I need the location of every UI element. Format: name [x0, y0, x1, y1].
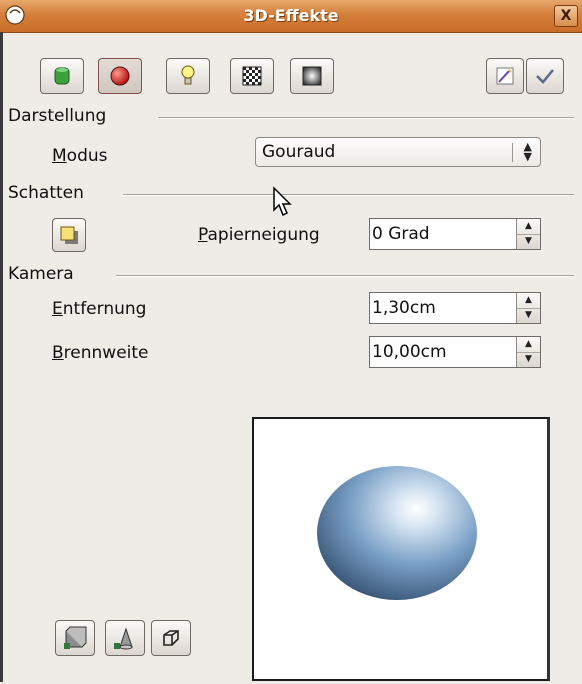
geometry-button[interactable]	[40, 58, 84, 94]
kamera-heading: Kamera	[8, 264, 74, 284]
modus-label: Modus	[52, 146, 108, 166]
spin-up-icon[interactable]: ▲	[517, 337, 540, 353]
close-button[interactable]: X	[554, 5, 578, 27]
brennweite-field[interactable]: 10,00cm ▲ ▼	[369, 336, 541, 368]
preview-sphere	[317, 466, 477, 600]
papierneigung-label: Papierneigung	[198, 225, 320, 245]
textures-button[interactable]	[230, 58, 274, 94]
assign-button[interactable]	[486, 58, 524, 94]
convert-to-lathe-icon	[114, 627, 133, 650]
papierneigung-spinner: ▲ ▼	[516, 219, 540, 249]
assign-icon	[496, 67, 514, 85]
schatten-heading: Schatten	[8, 183, 84, 203]
material-icon	[302, 66, 322, 86]
spin-down-icon[interactable]: ▼	[517, 234, 540, 249]
shading-icon	[110, 66, 130, 86]
brennweite-label: Brennweite	[52, 343, 149, 363]
mouse-pointer-icon	[273, 186, 292, 217]
preview-panel[interactable]	[252, 417, 550, 681]
title-bar: 3D-Effekte X	[0, 0, 582, 33]
modus-select[interactable]: Gouraud ▲ ▼	[255, 137, 541, 167]
brennweite-mnemonic: B	[52, 343, 64, 363]
modus-mnemonic: M	[52, 146, 67, 166]
spin-up-icon[interactable]: ▲	[517, 219, 540, 235]
papierneigung-mnemonic: P	[198, 225, 208, 245]
kamera-divider	[116, 275, 574, 277]
light-bulb-icon	[181, 65, 195, 85]
papierneigung-label-rest: apierneigung	[207, 225, 320, 245]
shadow-icon	[60, 226, 78, 244]
updown-arrows-icon: ▲ ▼	[523, 140, 532, 163]
brennweite-value: 10,00cm	[372, 342, 447, 362]
convert-to-lathe-button[interactable]	[105, 620, 145, 656]
perspective-button[interactable]	[151, 620, 191, 656]
darstellung-heading: Darstellung	[8, 106, 107, 126]
select-separator	[512, 143, 513, 162]
papierneigung-value: 0 Grad	[372, 224, 430, 244]
modus-value: Gouraud	[262, 142, 336, 162]
illumination-button[interactable]	[166, 58, 210, 94]
entfernung-spinner: ▲ ▼	[516, 293, 540, 323]
shadow-toggle-button[interactable]	[52, 218, 86, 252]
brennweite-label-rest: rennweite	[63, 343, 149, 363]
material-button[interactable]	[290, 58, 334, 94]
window-left-edge	[0, 32, 3, 682]
entfernung-field[interactable]: 1,30cm ▲ ▼	[369, 292, 541, 324]
modus-label-rest: odus	[66, 146, 108, 166]
perspective-icon	[163, 630, 179, 646]
apply-button[interactable]	[526, 58, 564, 94]
spin-up-icon[interactable]: ▲	[517, 293, 540, 309]
spin-down-icon[interactable]: ▼	[517, 308, 540, 323]
convert-to-3d-button[interactable]	[55, 620, 95, 656]
spin-down-icon[interactable]: ▼	[517, 352, 540, 367]
window-title: 3D-Effekte	[243, 6, 339, 25]
entfernung-label: Entfernung	[52, 299, 146, 319]
convert-to-3d-icon	[64, 626, 87, 649]
entfernung-mnemonic: E	[52, 299, 63, 319]
shading-button[interactable]	[98, 58, 142, 94]
entfernung-value: 1,30cm	[372, 298, 436, 318]
apply-checkmark-icon	[536, 69, 554, 84]
schatten-divider	[123, 194, 574, 196]
brennweite-spinner: ▲ ▼	[516, 337, 540, 367]
papierneigung-field[interactable]: 0 Grad ▲ ▼	[369, 218, 541, 250]
geometry-icon	[54, 67, 70, 85]
darstellung-divider	[158, 117, 574, 119]
entfernung-label-rest: ntfernung	[62, 299, 147, 319]
texture-icon	[242, 66, 262, 86]
